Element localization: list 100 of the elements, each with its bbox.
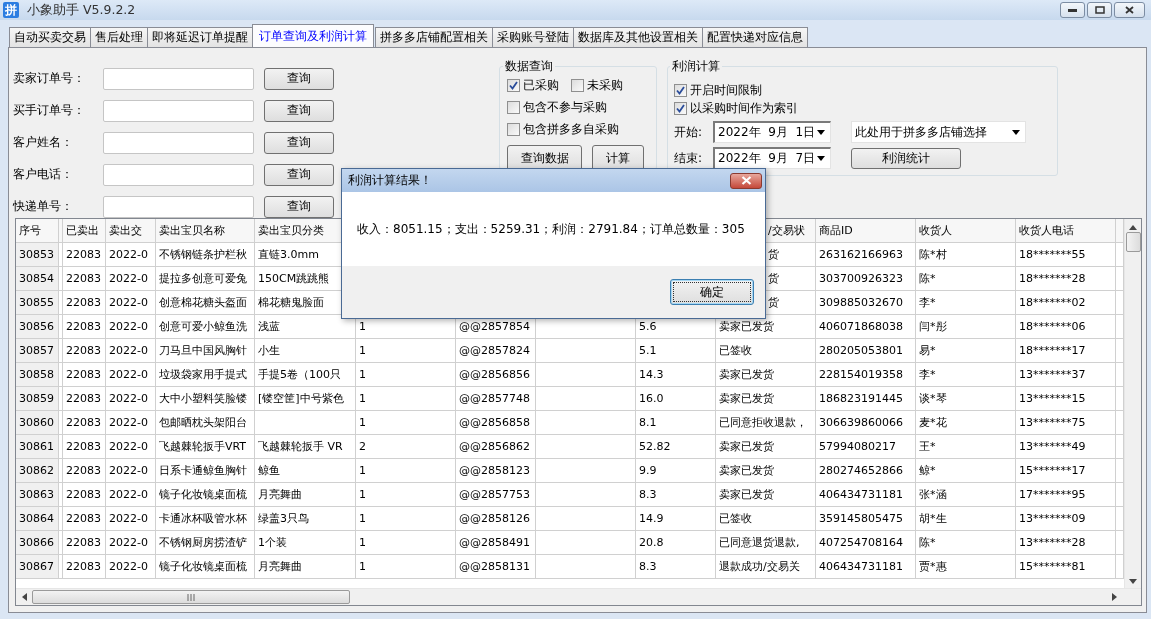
table-cell: @@2857824 bbox=[456, 339, 536, 363]
field-label: 开始: bbox=[674, 123, 704, 141]
checkbox-label: 以采购时间作为索引 bbox=[690, 99, 798, 117]
table-cell: 14.3 bbox=[636, 363, 716, 387]
table-cell: 镜子化妆镜桌面梳 bbox=[156, 555, 255, 579]
query-button[interactable]: 查询 bbox=[264, 67, 334, 90]
table-cell: 280274652866 bbox=[816, 459, 916, 483]
table-cell: 闫*彤 bbox=[916, 315, 1016, 339]
row-header-cell: 30854 bbox=[16, 267, 59, 291]
table-cell: 1 bbox=[356, 363, 456, 387]
date-picker[interactable]: 2022年 9月 7日 bbox=[713, 147, 831, 169]
table-cell-text: 货 bbox=[768, 247, 779, 263]
checkbox[interactable] bbox=[571, 78, 584, 92]
tab[interactable]: 采购账号登陆 bbox=[492, 27, 574, 47]
minimize-button[interactable] bbox=[1060, 2, 1085, 18]
tab[interactable]: 订单查询及利润计算 bbox=[252, 24, 374, 47]
table-cell: 1 bbox=[356, 459, 456, 483]
table-cell: 2022-0 bbox=[106, 459, 156, 483]
minimize-icon bbox=[1068, 8, 1077, 12]
table-cell: 不锈钢厨房捞渣铲 bbox=[156, 531, 255, 555]
table-cell: @@2858491 bbox=[456, 531, 536, 555]
action-button[interactable]: 计算 bbox=[592, 145, 644, 171]
close-button[interactable] bbox=[730, 172, 762, 189]
tab[interactable]: 即将延迟订单提醒 bbox=[147, 27, 253, 47]
vertical-scrollbar[interactable] bbox=[1124, 219, 1141, 588]
table-cell: 22083 bbox=[63, 339, 106, 363]
scroll-right-icon[interactable] bbox=[1112, 593, 1117, 601]
column-header: 收货人 bbox=[916, 219, 1016, 243]
table-cell: 17*******95 bbox=[1016, 483, 1116, 507]
input-field[interactable] bbox=[103, 163, 254, 186]
scroll-thumb[interactable] bbox=[1125, 232, 1141, 252]
table-cell: 卖家已发货 bbox=[716, 459, 816, 483]
tab[interactable]: 自动买卖交易 bbox=[9, 27, 91, 47]
query-button[interactable]: 查询 bbox=[264, 131, 334, 154]
scroll-down-icon[interactable] bbox=[1129, 579, 1137, 584]
checkbox[interactable] bbox=[674, 83, 687, 97]
maximize-button[interactable] bbox=[1087, 2, 1112, 18]
row-header-cell: 30855 bbox=[16, 291, 59, 315]
dialog-message: 收入：8051.15；支出：5259.31；利润：2791.84；订单总数量：305 bbox=[357, 220, 745, 238]
query-button[interactable]: 查询 bbox=[264, 163, 334, 186]
table-cell: 22083 bbox=[63, 507, 106, 531]
query-button[interactable]: 查询 bbox=[264, 195, 334, 218]
table-cell: 13*******15 bbox=[1016, 387, 1116, 411]
grip-icon bbox=[187, 593, 195, 601]
group-title: 利润计算 bbox=[671, 58, 721, 75]
profit-stats-button[interactable]: 利润统计 bbox=[851, 147, 961, 169]
tab[interactable]: 数据库及其他设置相关 bbox=[573, 27, 703, 47]
query-button[interactable]: 查询 bbox=[264, 99, 334, 122]
input-field[interactable] bbox=[103, 195, 254, 218]
tab[interactable]: 配置快递对应信息 bbox=[702, 27, 808, 47]
table-cell: 小生 bbox=[255, 339, 356, 363]
scroll-up-icon[interactable] bbox=[1129, 225, 1137, 230]
app-icon: 拼 bbox=[3, 2, 19, 18]
field-label: 卖家订单号： bbox=[13, 70, 86, 87]
table-cell: 已同意拒收退款， bbox=[716, 411, 816, 435]
close-button[interactable] bbox=[1114, 2, 1145, 18]
table-cell: 2022-0 bbox=[106, 483, 156, 507]
table-cell: 2022-0 bbox=[106, 555, 156, 579]
table-cell: 1 bbox=[356, 531, 456, 555]
field-label: 客户姓名： bbox=[13, 134, 74, 151]
field-label: 结束: bbox=[674, 149, 704, 167]
table-cell: 卖家已发货 bbox=[716, 363, 816, 387]
input-field[interactable] bbox=[103, 99, 254, 122]
input-field[interactable] bbox=[103, 131, 254, 154]
column-header: 卖出交 bbox=[106, 219, 156, 243]
checkbox[interactable] bbox=[507, 122, 520, 136]
checkbox[interactable] bbox=[507, 100, 520, 114]
table-cell: 1 bbox=[356, 387, 456, 411]
tab[interactable]: 拼多多店铺配置相关 bbox=[375, 27, 493, 47]
date-picker[interactable]: 2022年 9月 1日 bbox=[713, 121, 831, 143]
input-field[interactable] bbox=[103, 67, 254, 90]
table-cell: 已签收 bbox=[716, 507, 816, 531]
table-cell: 垃圾袋家用手提式 bbox=[156, 363, 255, 387]
ok-button[interactable]: 确定 bbox=[670, 279, 754, 305]
action-button[interactable]: 查询数据 bbox=[507, 145, 582, 171]
table-cell: 卡通冰杯吸管水杯 bbox=[156, 507, 255, 531]
table-cell: 麦*花 bbox=[916, 411, 1016, 435]
checkbox[interactable] bbox=[674, 101, 687, 115]
table-cell: 1 bbox=[356, 507, 456, 531]
table-cell: 2022-0 bbox=[106, 339, 156, 363]
checkbox-label: 包含拼多多自采购 bbox=[523, 120, 619, 138]
column-header: 序号 bbox=[16, 219, 59, 243]
table-cell: 15*******17 bbox=[1016, 459, 1116, 483]
tab[interactable]: 售后处理 bbox=[90, 27, 148, 47]
table-cell: 406434731181 bbox=[816, 555, 916, 579]
table-cell: 创意可爱小鲸鱼洗 bbox=[156, 315, 255, 339]
scroll-thumb[interactable] bbox=[32, 590, 350, 604]
table-cell: 18*******17 bbox=[1016, 339, 1116, 363]
table-cell: 13*******09 bbox=[1016, 507, 1116, 531]
row-header-cell: 30857 bbox=[16, 339, 59, 363]
checkbox[interactable] bbox=[507, 78, 520, 92]
table-cell: 22083 bbox=[63, 243, 106, 267]
horizontal-scrollbar[interactable] bbox=[16, 588, 1141, 605]
shop-dropdown[interactable]: 此处用于拼多多店铺选择 bbox=[851, 121, 1026, 143]
scroll-left-icon[interactable] bbox=[22, 593, 27, 601]
row-header-cell: 30861 bbox=[16, 435, 59, 459]
table-cell: 13*******28 bbox=[1016, 531, 1116, 555]
table-cell: 306639860066 bbox=[816, 411, 916, 435]
table-cell: @@2857753 bbox=[456, 483, 536, 507]
table-cell: 日系卡通鲸鱼胸针 bbox=[156, 459, 255, 483]
